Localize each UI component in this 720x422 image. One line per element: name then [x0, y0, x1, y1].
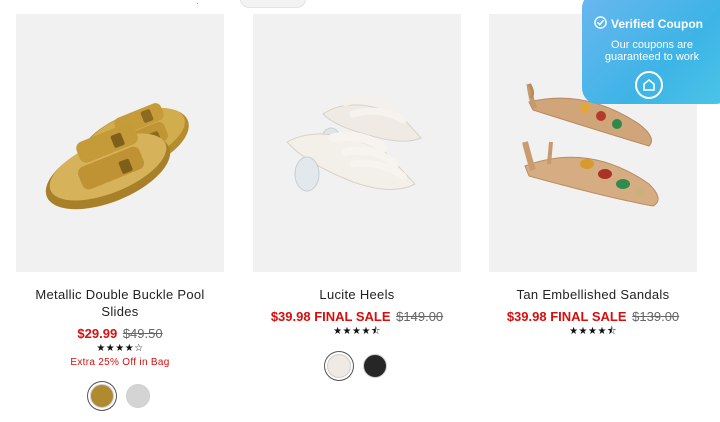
product-name[interactable]: Lucite Heels: [253, 286, 461, 303]
product-price: $39.98 FINAL SALE $149.00: [253, 309, 461, 325]
promo-text: Extra 25% Off in Bag: [70, 357, 170, 368]
rating-stars: ★★★★☆: [96, 343, 144, 354]
verified-coupon-popup[interactable]: Verified Coupon Our coupons are guarante…: [582, 0, 720, 104]
rating-stars: ★★★★⯪: [569, 326, 617, 337]
product-name[interactable]: Tan Embellished Sandals: [489, 286, 697, 303]
swatch-white[interactable]: [327, 354, 351, 378]
product-card[interactable]: Lucite Heels $39.98 FINAL SALE $149.00 ★…: [253, 14, 461, 378]
product-name[interactable]: Metallic Double Buckle Pool Slides: [16, 286, 224, 320]
swatch-gold[interactable]: [90, 384, 114, 408]
filter-toggle[interactable]: [240, 0, 306, 8]
coupon-header: Verified Coupon: [582, 16, 720, 32]
product-image[interactable]: [16, 14, 224, 272]
color-swatches: [253, 354, 461, 378]
filter-separator: ·: [196, 0, 199, 8]
original-price: $149.00: [396, 309, 444, 324]
color-swatches: [16, 384, 224, 408]
rating-stars: ★★★★⯪: [333, 326, 381, 337]
final-sale-label: FINAL SALE: [314, 309, 391, 324]
original-price: $49.50: [122, 326, 163, 341]
sale-price: $39.98: [506, 309, 547, 324]
sale-price: $39.98: [270, 309, 311, 324]
product-card[interactable]: Metallic Double Buckle Pool Slides $29.9…: [16, 14, 224, 408]
product-price: $39.98 FINAL SALE $139.00: [489, 309, 697, 325]
shield-check-icon: [635, 71, 663, 99]
sale-price: $29.99: [77, 326, 118, 341]
original-price: $139.00: [632, 309, 680, 324]
check-circle-icon: [594, 16, 607, 32]
coupon-title: Verified Coupon: [611, 17, 704, 31]
product-image[interactable]: [253, 14, 461, 272]
swatch-silver[interactable]: [126, 384, 150, 408]
product-price: $29.99 $49.50: [16, 326, 224, 342]
swatch-black[interactable]: [363, 354, 387, 378]
coupon-message: Our coupons are guaranteed to work: [604, 39, 700, 63]
final-sale-label: FINAL SALE: [550, 309, 627, 324]
